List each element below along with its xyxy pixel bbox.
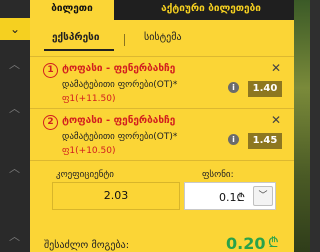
divider (30, 108, 294, 109)
chevron-up-icon[interactable]: ︿ (9, 228, 20, 244)
tab-ticket[interactable]: ბილეთი (30, 0, 114, 20)
divider (124, 34, 125, 46)
close-icon[interactable]: ✕ (271, 61, 281, 75)
divider (30, 160, 294, 161)
info-icon[interactable]: i (228, 82, 239, 93)
chevron-up-icon[interactable]: ︿ (9, 56, 20, 72)
stake-label: ფსონი: (202, 170, 234, 180)
lari-currency-icon: ₾ (268, 235, 279, 251)
bet-event-title: ტოფასი - ფენერბახჩე (62, 115, 176, 126)
bet-item: 1 ტოფასი - ფენერბახჩე ✕ დამატებითი ფორებ… (38, 60, 286, 106)
bet-event-title: ტოფასი - ფენერბახჩე (62, 63, 176, 74)
background-image-strip (294, 0, 310, 252)
divider (30, 56, 294, 57)
stake-value[interactable]: 0.1₾ (219, 190, 245, 205)
tab-active-tickets[interactable]: აქტიური ბილეთები (128, 0, 294, 20)
bet-market: დამატებითი ფორები(OT)* (62, 132, 178, 142)
coefficient-label: კოეფიციენტი (56, 170, 114, 180)
collapse-toggle[interactable]: ⌄ (0, 18, 30, 40)
betslip-panel: ბილეთი აქტიური ბილეთები ექსპრესი სისტემა… (30, 0, 294, 252)
bet-odds: 1.40 (248, 81, 282, 97)
chevron-down-icon[interactable]: ﹀ (253, 186, 273, 206)
total-coefficient: 2.03 (52, 182, 180, 210)
chevron-down-icon: ⌄ (9, 22, 21, 36)
stake-input[interactable]: 0.1₾ ﹀ (184, 182, 276, 210)
bet-odds: 1.45 (248, 133, 282, 149)
betslip-tabs: ბილეთი აქტიური ბილეთები (30, 0, 294, 20)
possible-win-value: 0.20 (226, 234, 266, 252)
close-icon[interactable]: ✕ (271, 113, 281, 127)
bet-item: 2 ტოფასი - ფენერბახჩე ✕ დამატებითი ფორებ… (38, 112, 286, 158)
bet-market: დამატებითი ფორები(OT)* (62, 80, 178, 90)
bet-number-badge: 2 (43, 115, 58, 130)
left-sidebar: ⌄ ︿ ︿ ︿ ︿ (0, 0, 30, 252)
bet-number-badge: 1 (43, 63, 58, 78)
bet-selection: ფ1(+10.50) (62, 146, 116, 156)
possible-win-label: შესაძლო მოგება: (44, 240, 130, 251)
tab-system[interactable]: სისტემა (144, 32, 182, 43)
tab-express[interactable]: ექსპრესი (52, 32, 99, 43)
active-tab-underline (44, 49, 114, 51)
chevron-up-icon[interactable]: ︿ (9, 100, 20, 116)
bet-type-tabs: ექსპრესი სისტემა (30, 28, 294, 52)
bet-selection: ფ1(+11.50) (62, 94, 116, 104)
info-icon[interactable]: i (228, 134, 239, 145)
chevron-up-icon[interactable]: ︿ (9, 160, 20, 176)
